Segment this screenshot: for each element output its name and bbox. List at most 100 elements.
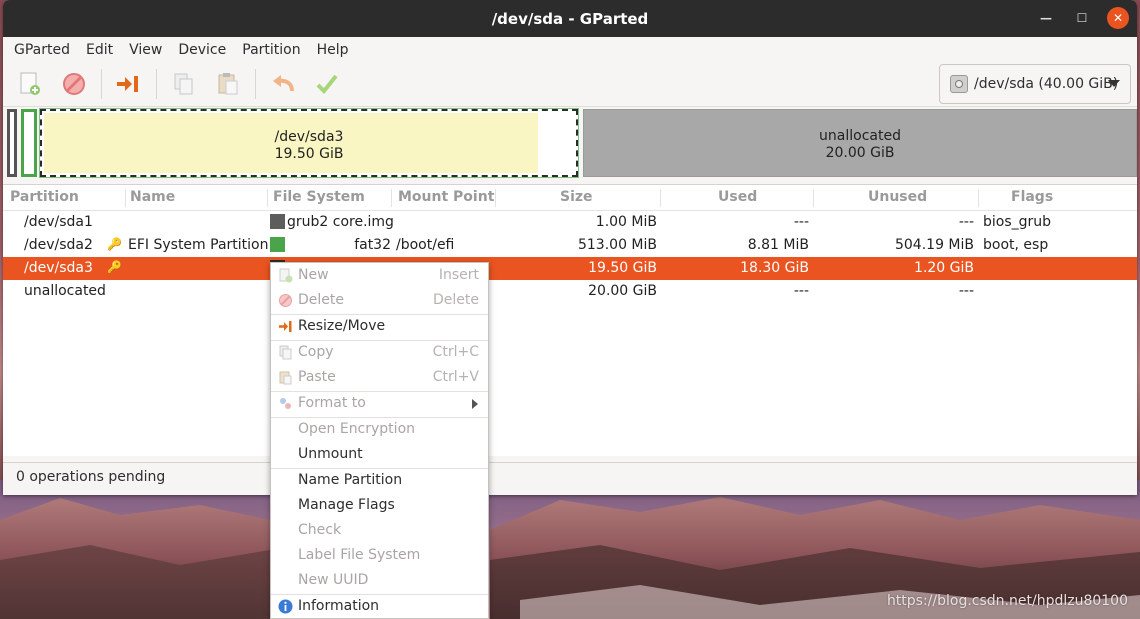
title-bar[interactable]: /dev/sda - GParted — ☐ ✕ (3, 0, 1137, 37)
gparted-window: /dev/sda - GParted — ☐ ✕ GParted Edit Vi… (3, 0, 1137, 495)
cell-size: 19.50 GiB (588, 260, 657, 276)
cell-partition: /dev/sda2 (24, 237, 93, 253)
apply-icon (316, 74, 338, 94)
fs-color-swatch (270, 214, 285, 229)
copy-button[interactable] (167, 67, 201, 101)
new-partition-button[interactable] (13, 67, 47, 101)
cell-partition: /dev/sda3 (24, 260, 93, 276)
resize-move-icon (117, 76, 138, 92)
toolbar-separator (101, 69, 102, 99)
watermark-text: https://blog.csdn.net/hpdlzu80100 (886, 593, 1128, 609)
cell-unused: --- (958, 214, 974, 230)
resize-move-icon (279, 321, 292, 332)
minimize-button[interactable]: — (1035, 7, 1057, 29)
cell-unused: --- (958, 283, 974, 299)
cell-mountpoint: /boot/efi (396, 237, 455, 253)
new-icon (20, 72, 40, 95)
menu-item-copy[interactable]: Copy Ctrl+C (271, 341, 488, 365)
cell-partition: unallocated (24, 283, 106, 299)
fs-color-swatch (270, 237, 285, 252)
menu-gparted[interactable]: GParted (6, 42, 78, 58)
submenu-arrow-icon (472, 399, 478, 409)
header-size[interactable]: Size (560, 189, 593, 205)
menu-item-new-uuid[interactable]: New UUID (271, 569, 488, 593)
operations-pending-text: 0 operations pending (16, 469, 166, 485)
header-partition[interactable]: Partition (10, 189, 79, 205)
copy-icon (279, 345, 292, 360)
menu-item-delete[interactable]: Delete Delete (271, 289, 488, 313)
key-icon: 🔑 (107, 260, 122, 274)
toolbar: /dev/sda (40.00 GiB) (3, 62, 1137, 107)
cell-size: 1.00 MiB (595, 214, 657, 230)
diskmap-unallocated-name: unallocated (819, 128, 901, 144)
menu-item-name-partition[interactable]: Name Partition (271, 469, 488, 493)
paste-icon (279, 371, 292, 385)
cell-used: --- (793, 214, 809, 230)
header-filesystem[interactable]: File System (273, 189, 365, 205)
partition-table: Partition Name File System Mount Point S… (3, 184, 1137, 456)
menu-device[interactable]: Device (170, 42, 234, 58)
menu-item-paste[interactable]: Paste Ctrl+V (271, 366, 488, 390)
cell-name: EFI System Partition (128, 237, 269, 253)
close-button[interactable]: ✕ (1107, 7, 1129, 29)
cell-flags: boot, esp (983, 237, 1049, 253)
diskmap-sda3-name: /dev/sda3 (274, 129, 344, 145)
format-icon (280, 398, 291, 409)
cell-unused: 1.20 GiB (914, 260, 974, 276)
apply-button[interactable] (310, 67, 344, 101)
cell-flags: bios_grub (983, 214, 1052, 230)
cell-used: --- (793, 283, 809, 299)
device-label: /dev/sda (40.00 GiB) (974, 76, 1119, 92)
cell-filesystem: grub2 core.img (287, 214, 394, 230)
table-row[interactable]: /dev/sda2 🔑 EFI System Partition fat32 /… (3, 234, 1137, 257)
diskmap-sda3-size: 19.50 GiB (274, 146, 344, 162)
diskmap-unallocated[interactable]: unallocated 20.00 GiB (583, 109, 1137, 177)
delete-partition-button[interactable] (57, 67, 91, 101)
chevron-down-icon (1108, 80, 1120, 87)
menu-item-check[interactable]: Check (271, 519, 488, 543)
resize-move-button[interactable] (112, 67, 146, 101)
status-bar: 0 operations pending (3, 462, 1137, 495)
diskmap-sda2[interactable] (21, 109, 37, 177)
paste-icon (218, 73, 238, 95)
menu-item-resize-move[interactable]: Resize/Move (271, 315, 488, 339)
undo-icon (273, 75, 294, 92)
menu-item-new[interactable]: New Insert (271, 264, 488, 288)
menu-bar: GParted Edit View Device Partition Help (3, 37, 1137, 62)
device-selector[interactable]: /dev/sda (40.00 GiB) (939, 64, 1131, 104)
menu-edit[interactable]: Edit (78, 42, 121, 58)
table-row[interactable]: /dev/sda1 grub2 core.img 1.00 MiB --- --… (3, 211, 1137, 234)
menu-item-open-encryption[interactable]: Open Encryption (271, 418, 488, 442)
disk-map: /dev/sda3 19.50 GiB unallocated 20.00 Gi… (3, 107, 1137, 179)
cell-filesystem: fat32 (354, 237, 391, 253)
table-row-selected[interactable]: /dev/sda3 🔑 19.50 GiB 18.30 GiB 1.20 GiB (3, 257, 1137, 280)
menu-partition[interactable]: Partition (234, 42, 308, 58)
disk-icon (950, 75, 968, 93)
cell-partition: /dev/sda1 (24, 214, 93, 230)
cell-used: 8.81 MiB (747, 237, 809, 253)
menu-item-manage-flags[interactable]: Manage Flags (271, 494, 488, 518)
table-row[interactable]: unallocated 20.00 GiB --- --- (3, 280, 1137, 303)
toolbar-separator (255, 69, 256, 99)
menu-help[interactable]: Help (309, 42, 357, 58)
cell-size: 20.00 GiB (588, 283, 657, 299)
diskmap-sda1[interactable] (7, 109, 17, 177)
menu-item-label-file-system[interactable]: Label File System (271, 544, 488, 568)
header-unused[interactable]: Unused (868, 189, 927, 205)
menu-item-information[interactable]: Information (271, 595, 488, 619)
diskmap-sda3[interactable]: /dev/sda3 19.50 GiB (39, 108, 579, 178)
header-used[interactable]: Used (718, 189, 757, 205)
menu-item-format-to[interactable]: Format to (271, 392, 488, 416)
header-name[interactable]: Name (130, 189, 175, 205)
paste-button[interactable] (211, 67, 245, 101)
cell-size: 513.00 MiB (577, 237, 657, 253)
maximize-button[interactable]: ☐ (1071, 7, 1093, 29)
diskmap-unallocated-size: 20.00 GiB (825, 145, 895, 161)
header-flags[interactable]: Flags (1011, 189, 1053, 205)
header-mountpoint[interactable]: Mount Point (398, 189, 494, 205)
menu-item-unmount[interactable]: Unmount (271, 443, 488, 467)
undo-button[interactable] (266, 67, 300, 101)
toolbar-separator (156, 69, 157, 99)
delete-icon (63, 73, 85, 95)
menu-view[interactable]: View (121, 42, 170, 58)
